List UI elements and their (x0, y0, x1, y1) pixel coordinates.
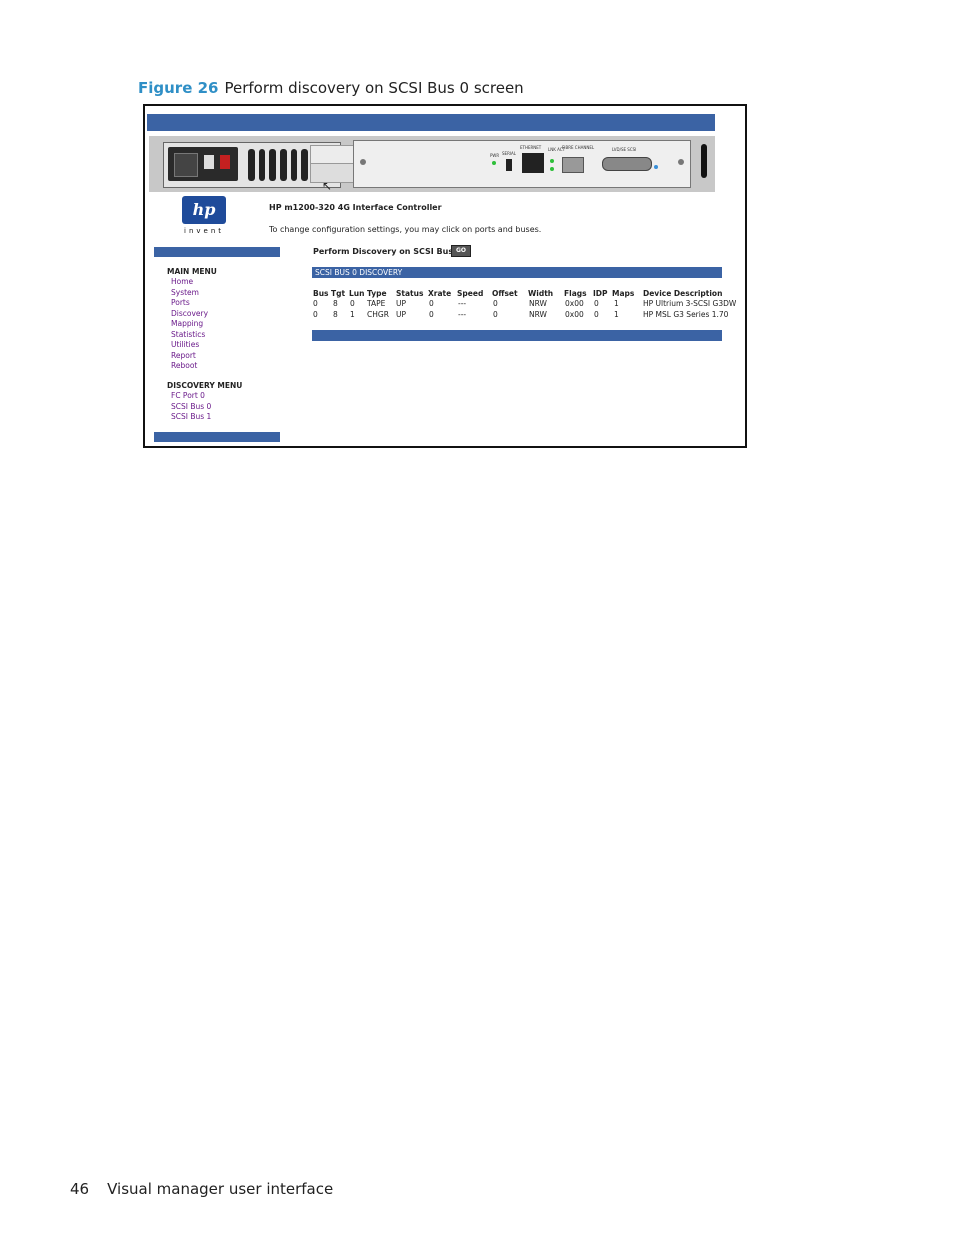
cell-device-description: HP MSL G3 Series 1.70 (643, 309, 729, 319)
screw-icon (360, 159, 366, 165)
scsi-bus-port[interactable] (602, 157, 652, 171)
col-idp: IDP (593, 289, 608, 298)
power-socket-icon (174, 153, 198, 177)
port-label-lvd-scsi: LVD/SE SCSI (612, 147, 637, 152)
cell-lun: 1 (350, 309, 355, 319)
col-device-description: Device Description (643, 289, 723, 298)
power-switch-icon (204, 155, 214, 169)
scsi-led-icon (654, 165, 658, 169)
menu-system[interactable]: System (171, 288, 199, 298)
cell-device-description: HP Ultrium 3-SCSI G3DW (643, 299, 737, 308)
cell-idp: 0 (594, 309, 599, 319)
col-flags: Flags (564, 289, 587, 298)
col-tgt: Tgt (331, 289, 346, 298)
section-bottom-bar (312, 330, 722, 341)
top-banner-bar (147, 114, 715, 131)
cell-type: CHGR (367, 309, 389, 319)
port-label-pwr: PWR (490, 153, 500, 158)
serial-port[interactable] (506, 159, 512, 171)
cell-maps: 1 (614, 299, 619, 308)
cell-tgt: 8 (333, 299, 338, 308)
cell-width: NRW (529, 309, 547, 319)
menu-reboot[interactable]: Reboot (171, 361, 197, 371)
menu-statistics[interactable]: Statistics (171, 330, 205, 340)
menu-mapping[interactable]: Mapping (171, 319, 203, 329)
link-led-icon (550, 159, 554, 163)
cell-offset: 0 (493, 299, 498, 308)
port-label-serial: SERIAL (502, 151, 516, 156)
io-module[interactable]: PWR SERIAL ETHERNET LNK ACT FIBRE CHANNE… (353, 140, 691, 188)
cell-maps: 1 (614, 309, 619, 319)
red-button-icon (220, 155, 230, 169)
cell-bus: 0 (313, 309, 318, 319)
col-bus: Bus (313, 289, 329, 298)
menu-utilities[interactable]: Utilities (171, 340, 199, 350)
cell-width: NRW (529, 299, 547, 308)
cell-speed: --- (458, 309, 467, 319)
cell-bus: 0 (313, 299, 318, 308)
col-offset: Offset (492, 289, 518, 298)
cell-idp: 0 (594, 299, 599, 308)
cell-offset: 0 (493, 309, 498, 319)
discovery-menu-title: DISCOVERY MENU (167, 381, 243, 390)
col-maps: Maps (612, 289, 635, 298)
figure-caption: Figure 26 Perform discovery on SCSI Bus 0… (138, 79, 524, 97)
cell-tgt: 8 (333, 309, 338, 319)
pwr-led-icon (492, 161, 496, 165)
menu-scsi-bus-1[interactable]: SCSI Bus 1 (171, 412, 211, 422)
figure-label: Figure 26 (138, 79, 219, 97)
mouse-cursor-icon: ↖ (322, 179, 333, 193)
menu-scsi-bus-0[interactable]: SCSI Bus 0 (171, 402, 211, 412)
menu-discovery[interactable]: Discovery (171, 309, 208, 319)
col-status: Status (396, 289, 424, 298)
menu-report[interactable]: Report (171, 351, 196, 361)
cell-xrate: 0 (429, 309, 434, 319)
col-lun: Lun (349, 289, 365, 298)
menu-home[interactable]: Home (171, 277, 193, 287)
figure-title: Perform discovery on SCSI Bus 0 screen (224, 79, 524, 97)
panel-handle (701, 144, 707, 178)
go-button[interactable]: GO (451, 245, 471, 257)
power-block (168, 147, 238, 181)
cell-type: TAPE (367, 299, 386, 308)
cell-lun: 0 (350, 299, 355, 308)
screenshot-frame: ↖ PWR SERIAL ETHERNET LNK ACT FIBRE CHAN… (143, 104, 747, 448)
fc-port-0[interactable] (562, 157, 584, 173)
screw-icon (678, 159, 684, 165)
cell-status: UP (396, 299, 407, 308)
main-menu-title: MAIN MENU (167, 267, 217, 276)
page-number: 46 (70, 1180, 90, 1198)
act-led-icon (550, 167, 554, 171)
cell-speed: --- (458, 299, 467, 308)
device-front-panel[interactable]: ↖ PWR SERIAL ETHERNET LNK ACT FIBRE CHAN… (149, 136, 715, 193)
menu-fc-port-0[interactable]: FC Port 0 (171, 391, 205, 401)
section-title-bar: SCSI BUS 0 DISCOVERY (312, 267, 722, 278)
col-speed: Speed (457, 289, 484, 298)
discovery-prompt: Perform Discovery on SCSI Bus 0: (313, 247, 465, 256)
sidebar-bottom-bar (154, 432, 280, 442)
cell-xrate: 0 (429, 299, 434, 308)
product-title: HP m1200-320 4G Interface Controller (269, 203, 442, 212)
footer-text: Visual manager user interface (107, 1180, 334, 1198)
col-type: Type (367, 289, 387, 298)
cell-status: UP (396, 309, 407, 319)
ethernet-port[interactable] (522, 153, 544, 173)
cell-flags: 0x00 (565, 309, 584, 319)
instructions-text: To change configuration settings, you ma… (269, 225, 542, 234)
port-label-fibre-channel: FIBRE CHANNEL (562, 145, 595, 150)
cell-flags: 0x00 (565, 299, 584, 308)
vent-grille (248, 149, 309, 181)
port-label-ethernet: ETHERNET (520, 145, 542, 150)
power-module: ↖ (163, 142, 364, 193)
sidebar-top-bar (154, 247, 280, 257)
invent-tagline: invent (184, 227, 225, 235)
col-width: Width (528, 289, 554, 298)
page-footer: 46 Visual manager user interface (70, 1180, 333, 1198)
menu-ports[interactable]: Ports (171, 298, 190, 308)
hp-logo: hp (182, 196, 226, 224)
col-xrate: Xrate (428, 289, 452, 298)
